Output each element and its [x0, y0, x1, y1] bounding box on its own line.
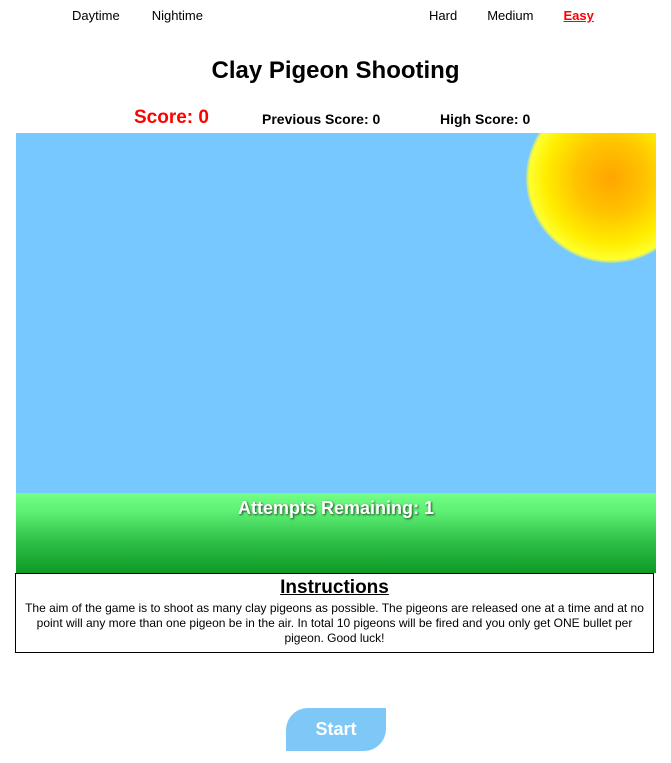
score-row: Score: 0 Previous Score: 0 High Score: 0: [0, 106, 671, 130]
hard-link[interactable]: Hard: [429, 8, 457, 23]
nightime-link[interactable]: Nightime: [152, 8, 203, 23]
daytime-link[interactable]: Daytime: [72, 8, 120, 23]
current-score: Score: 0: [134, 107, 209, 128]
attempts-remaining: Attempts Remaining: 1: [237, 498, 435, 518]
start-button[interactable]: Start: [286, 708, 386, 751]
medium-link[interactable]: Medium: [487, 8, 533, 23]
easy-link[interactable]: Easy: [563, 8, 593, 23]
difficulty-nav: Hard Medium Easy: [429, 8, 594, 23]
previous-score: Previous Score: 0: [262, 111, 381, 127]
instructions-panel: Instructions The aim of the game is to s…: [15, 573, 654, 653]
time-mode-nav: Daytime Nightime: [72, 8, 203, 23]
high-score: High Score: 0: [440, 111, 531, 127]
instructions-text: The aim of the game is to shoot as many …: [25, 601, 644, 645]
game-canvas[interactable]: Attempts Remaining: 1: [16, 133, 656, 573]
page-title: Clay Pigeon Shooting: [211, 57, 460, 84]
instructions-heading: Instructions: [280, 577, 389, 598]
